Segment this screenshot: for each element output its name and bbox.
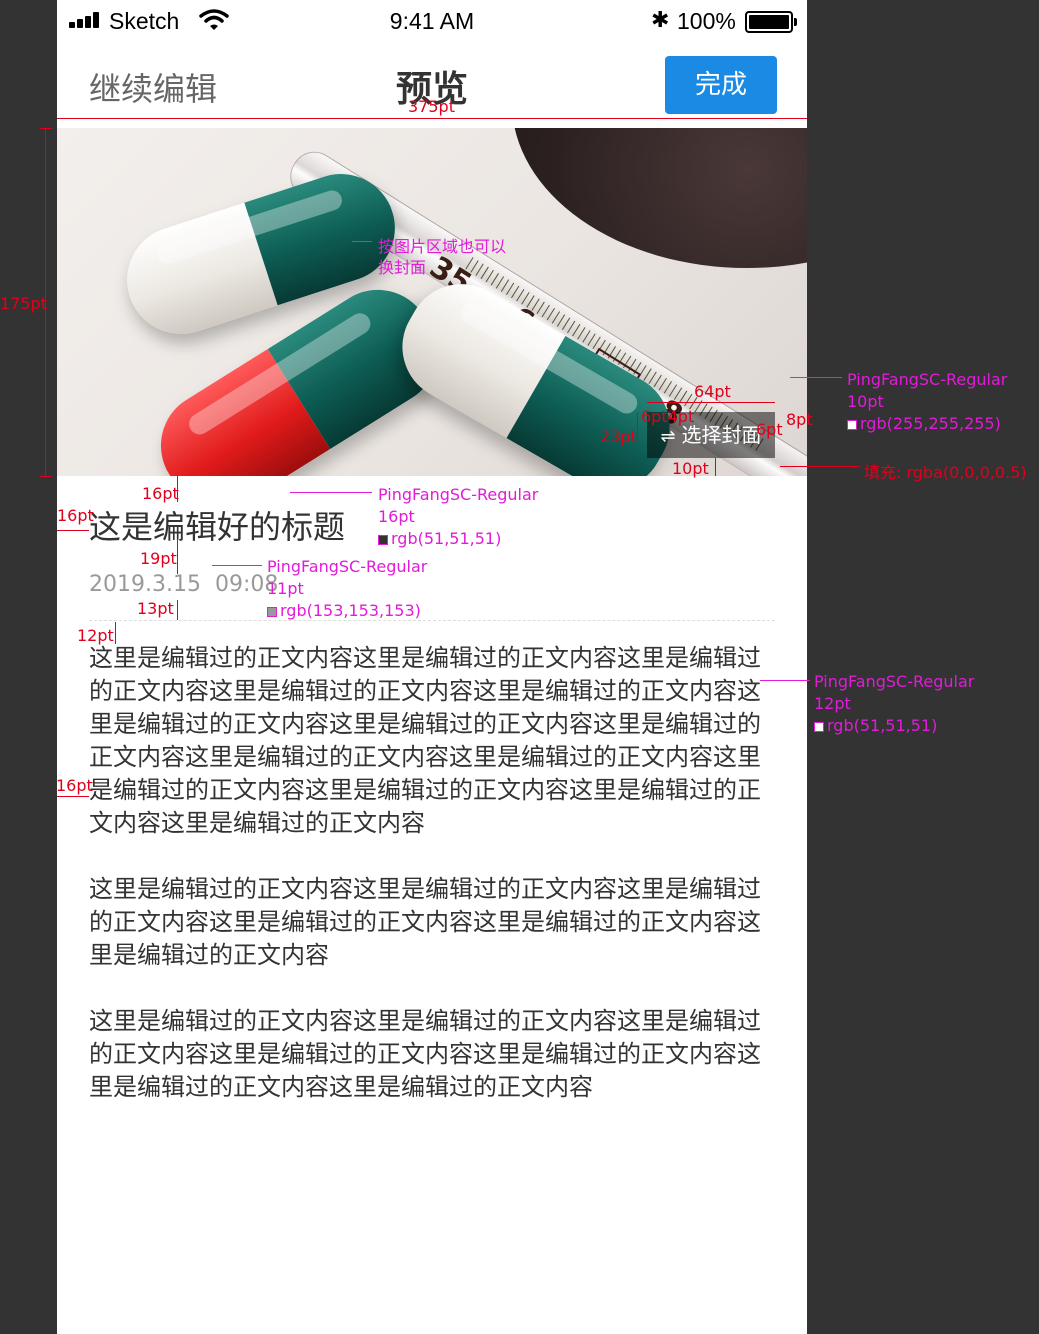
choose-cover-label: 选择封面 [681,423,762,447]
button-bottom-annotation: 10pt [672,459,709,478]
title-left-annotation: 16pt [57,506,94,525]
article-title: 这是编辑好的标题 [89,508,346,546]
button-size-annotation: 10pt [847,392,884,411]
width-annotation: 375pt [408,97,455,116]
button-height-annotation: 23pt [600,427,637,446]
button-fill-annotation: 填充: rgba(0,0,0,0.5) [864,463,1027,482]
phone-screen: Sketch 9:41 AM ✱ 100% 继续编辑 预览 完成 35 6 37… [57,0,807,1334]
meta-size-annotation: 11pt [267,579,304,598]
height-annotation: 175pt [0,294,47,313]
body-font-annotation: PingFangSC-Regular [814,672,975,691]
button-padding-annotation: 6pt4pt [641,407,695,426]
meta-font-annotation: PingFangSC-Regular [267,557,428,576]
button-color-annotation: rgb(255,255,255) [847,414,1001,433]
button-right-annotation: 8pt [786,410,813,429]
dark-plate-graphic [512,128,807,268]
body-left-annotation: 16pt [56,776,93,795]
article-date: 2019.3.15 [89,572,201,597]
body-color-annotation: rgb(51,51,51) [814,716,937,735]
body-size-annotation: 12pt [814,694,851,713]
article-paragraph: 这里是编辑过的正文内容这里是编辑过的正文内容这里是编辑过的正文内容这里是编辑过的… [89,1007,761,1101]
bluetooth-icon: ✱ [651,8,670,33]
title-size-annotation: 16pt [378,507,415,526]
done-button[interactable]: 完成 [665,56,777,114]
article-body: 这里是编辑过的正文内容这里是编辑过的正文内容这里是编辑过的正文内容这里是编辑过的… [89,642,775,1137]
article-paragraph: 这里是编辑过的正文内容这里是编辑过的正文内容这里是编辑过的正文内容这里是编辑过的… [89,644,761,837]
article-datetime: 2019.3.15 09:08 [89,572,278,597]
battery-percent: 100% [677,8,736,34]
article-paragraph: 这里是编辑过的正文内容这里是编辑过的正文内容这里是编辑过的正文内容这里是编辑过的… [89,875,761,969]
swap-icon: ⇌ [660,426,676,447]
meta-bottom-annotation: 13pt [137,599,174,618]
title-top-annotation: 16pt [142,484,179,503]
cover-hint-annotation: 换封面 [378,258,427,277]
battery-icon [745,11,797,33]
meta-color-annotation: rgb(153,153,153) [267,601,421,620]
title-color-annotation: rgb(51,51,51) [378,529,501,548]
divider [89,620,775,621]
status-bar: Sketch 9:41 AM ✱ 100% [57,0,807,44]
title-font-annotation: PingFangSC-Regular [378,485,539,504]
button-width-annotation: 64pt [694,382,731,401]
meta-gap-annotation: 19pt [140,549,177,568]
body-top-annotation: 12pt [77,626,114,645]
button-gap-annotation: 6pt [756,420,783,439]
button-font-annotation: PingFangSC-Regular [847,370,1008,389]
